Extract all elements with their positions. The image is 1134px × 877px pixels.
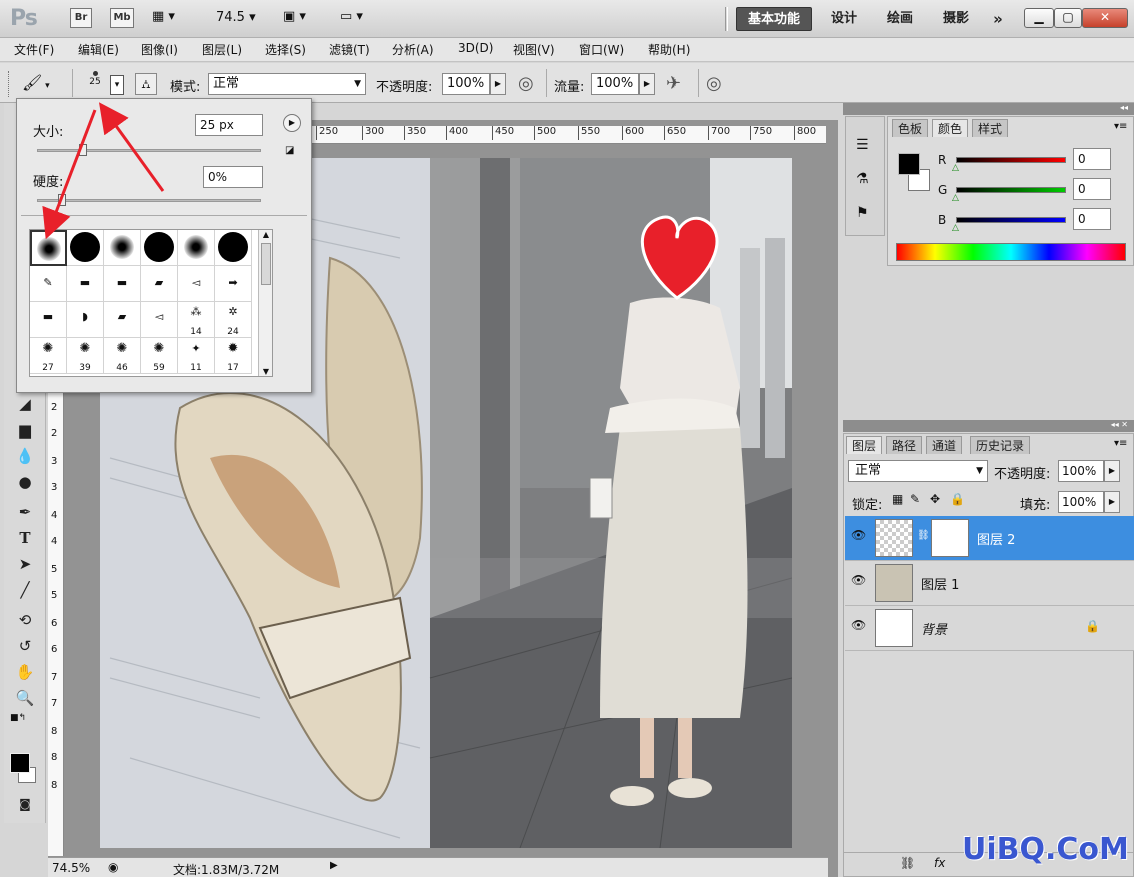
- lock-all-icon[interactable]: 🔒: [950, 492, 965, 506]
- layer-style-icon[interactable]: fx: [934, 856, 945, 870]
- b-slider[interactable]: [956, 217, 1066, 223]
- color-ramp[interactable]: [896, 243, 1126, 261]
- g-input[interactable]: 0: [1073, 178, 1111, 200]
- tab-paths[interactable]: 路径: [886, 436, 923, 454]
- layers-panel-menu-icon[interactable]: ▾≡: [1114, 438, 1127, 449]
- tab-layers[interactable]: 图层: [846, 436, 883, 454]
- tab-channels[interactable]: 通道: [926, 436, 963, 454]
- lock-label: 锁定:: [852, 498, 883, 513]
- visibility-eye-icon[interactable]: 👁: [851, 573, 866, 587]
- layer-row-layer-1[interactable]: 👁 图层 1: [845, 561, 1134, 606]
- layer-thumbnail: [875, 609, 913, 647]
- r-slider-marker-icon[interactable]: △: [952, 163, 959, 173]
- fill-input[interactable]: 100%: [1058, 491, 1104, 513]
- layers-panel: 图层 路径 通道 历史记录 ▾≡ 正常 ▼ 不透明度: 100% ▶ 锁定: ▦ …: [843, 433, 1134, 877]
- color-panel: 色板 颜色 样式 ▾≡ R △ 0 G △ 0 B △ 0: [887, 116, 1134, 266]
- link-layers-icon[interactable]: ⛓: [900, 856, 915, 870]
- layer-blend-mode-value: 正常: [855, 463, 882, 478]
- tab-swatches[interactable]: 色板: [892, 119, 929, 137]
- layer-opacity-label: 不透明度:: [994, 467, 1051, 482]
- panel-menu-icon[interactable]: ▾≡: [1114, 121, 1127, 132]
- r-slider[interactable]: [956, 157, 1066, 163]
- lock-pixels-icon[interactable]: ✎: [910, 492, 920, 506]
- b-label: B: [938, 213, 947, 227]
- layer-row-background[interactable]: 👁 背景 🔒: [845, 606, 1134, 651]
- r-input[interactable]: 0: [1073, 148, 1111, 170]
- layer-opacity-input[interactable]: 100%: [1058, 460, 1104, 482]
- b-input[interactable]: 0: [1073, 208, 1111, 230]
- clone-source-panel-icon[interactable]: ⚑: [856, 205, 869, 221]
- b-slider-marker-icon[interactable]: △: [952, 223, 959, 233]
- layers-dock-header[interactable]: ◂◂ ✕: [843, 420, 1134, 432]
- g-slider-marker-icon[interactable]: △: [952, 193, 959, 203]
- layer-row-layer-2[interactable]: 👁 ⛓ 图层 2: [845, 516, 1134, 561]
- visibility-eye-icon[interactable]: 👁: [851, 618, 866, 632]
- layer-lock-icon: 🔒: [1085, 619, 1100, 633]
- layer-opacity-slider-toggle[interactable]: ▶: [1104, 460, 1120, 482]
- g-slider[interactable]: [956, 187, 1066, 193]
- annotation-arrow-to-picker: [98, 102, 165, 192]
- layer-name[interactable]: 图层 1: [921, 574, 959, 593]
- annotation-arrow-to-preset: [42, 109, 97, 240]
- adjustments-panel-icon[interactable]: ☰: [856, 137, 869, 153]
- r-label: R: [938, 153, 947, 167]
- layer-thumbnail: [875, 564, 913, 602]
- tab-color[interactable]: 颜色: [932, 119, 969, 137]
- tab-history[interactable]: 历史记录: [970, 436, 1031, 454]
- g-label: G: [938, 183, 948, 197]
- watermark-logo: UiBQ.CoM: [962, 832, 1129, 867]
- tab-styles[interactable]: 样式: [972, 119, 1009, 137]
- layer-blend-mode-select[interactable]: 正常 ▼: [848, 460, 988, 482]
- brush-panel-icon[interactable]: ⚗: [856, 171, 869, 187]
- lock-position-icon[interactable]: ✥: [930, 492, 940, 506]
- mask-link-icon[interactable]: ⛓: [917, 530, 930, 541]
- layer-thumbnail: [875, 519, 913, 557]
- layer-mask-thumbnail[interactable]: [931, 519, 969, 557]
- visibility-eye-icon[interactable]: 👁: [851, 528, 866, 542]
- panel-dock-header[interactable]: ◂◂: [843, 103, 1134, 115]
- color-foreground-swatch[interactable]: [898, 153, 920, 175]
- lock-transparency-icon[interactable]: ▦: [892, 492, 903, 506]
- layer-name[interactable]: 图层 2: [977, 529, 1015, 548]
- layer-name[interactable]: 背景: [921, 619, 947, 638]
- panel-icon-strip: ☰ ⚗ ⚑: [845, 116, 885, 236]
- fill-slider-toggle[interactable]: ▶: [1104, 491, 1120, 513]
- fill-label: 填充:: [1020, 498, 1051, 513]
